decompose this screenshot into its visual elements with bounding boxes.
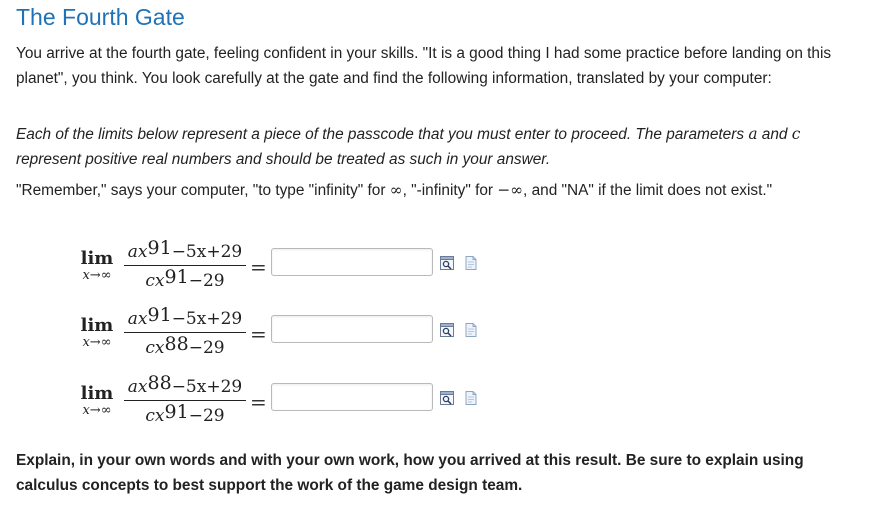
lim-word: lim <box>80 383 114 404</box>
preview-answer-icon[interactable] <box>439 255 455 271</box>
instructions-text-1: Each of the limits below represent a pie… <box>16 126 749 143</box>
limit-row-3: lim x→∞ ax88−5x+29 cx91−29 = <box>72 372 492 437</box>
infinity-symbol: ∞ <box>389 181 403 199</box>
entry-help-icon[interactable] <box>463 390 479 406</box>
limit-fraction: ax91−5x+29 cx88−29 <box>122 304 248 360</box>
numerator-exponent: 91 <box>147 304 172 326</box>
denominator-exponent: 88 <box>164 333 189 355</box>
denominator-exponent: 91 <box>164 401 189 423</box>
numerator-exponent: 88 <box>147 372 172 394</box>
answer-input-2[interactable] <box>271 315 433 343</box>
answer-input-3[interactable] <box>271 383 433 411</box>
lim-word: lim <box>80 315 114 336</box>
entry-help-icon[interactable] <box>463 322 479 338</box>
fraction-denominator: cx91−29 <box>145 266 225 291</box>
denominator-exponent: 91 <box>164 266 189 288</box>
lim-subscript: x→∞ <box>82 268 112 283</box>
neg-infinity-symbol: −∞ <box>497 181 524 199</box>
lim-word: lim <box>80 248 114 269</box>
limit-fraction: ax91−5x+29 cx91−29 <box>122 237 248 293</box>
fraction-denominator: cx88−29 <box>145 333 225 358</box>
equals-sign: = <box>250 390 267 414</box>
fraction-numerator: ax88−5x+29 <box>127 372 243 397</box>
remember-text-3: , and "NA" if the limit does not exist." <box>523 182 773 199</box>
lim-subscript: x→∞ <box>82 403 112 418</box>
numerator-exponent: 91 <box>147 237 172 259</box>
entry-help-icon[interactable] <box>463 255 479 271</box>
equals-sign: = <box>250 255 267 279</box>
preview-answer-icon[interactable] <box>439 322 455 338</box>
explain-paragraph: Explain, in your own words and with your… <box>16 452 804 494</box>
intro-paragraph: You arrive at the fourth gate, feeling c… <box>16 45 832 87</box>
instructions-and: and <box>757 126 792 143</box>
instructions-text-2: represent positive real numbers and shou… <box>16 150 551 168</box>
fraction-numerator: ax91−5x+29 <box>127 304 243 329</box>
page-title: The Fourth Gate <box>16 4 185 30</box>
limit-fraction: ax88−5x+29 cx91−29 <box>122 372 248 428</box>
param-a: a <box>748 125 758 143</box>
limit-row-1: lim x→∞ ax91−5x+29 cx91−29 = <box>72 237 492 302</box>
limit-row-2: lim x→∞ ax91−5x+29 cx88−29 = <box>72 304 492 369</box>
limit-operator: lim x→∞ <box>72 385 122 419</box>
preview-answer-icon[interactable] <box>439 390 455 406</box>
answer-input-1[interactable] <box>271 248 433 276</box>
fraction-numerator: ax91−5x+29 <box>127 237 243 262</box>
instructions-paragraph: Each of the limits below represent a pie… <box>16 122 861 172</box>
param-c: c <box>791 125 801 143</box>
limit-operator: lim x→∞ <box>72 317 122 351</box>
limit-operator: lim x→∞ <box>72 250 122 284</box>
remember-text-2: , "-infinity" for <box>402 182 498 199</box>
equals-sign: = <box>250 322 267 346</box>
remember-text-1: "Remember," says your computer, "to type… <box>16 182 390 199</box>
remember-paragraph: "Remember," says your computer, "to type… <box>16 178 861 204</box>
problem-page: The Fourth Gate You arrive at the fourth… <box>0 0 893 507</box>
fraction-denominator: cx91−29 <box>145 401 225 426</box>
lim-subscript: x→∞ <box>82 335 112 350</box>
